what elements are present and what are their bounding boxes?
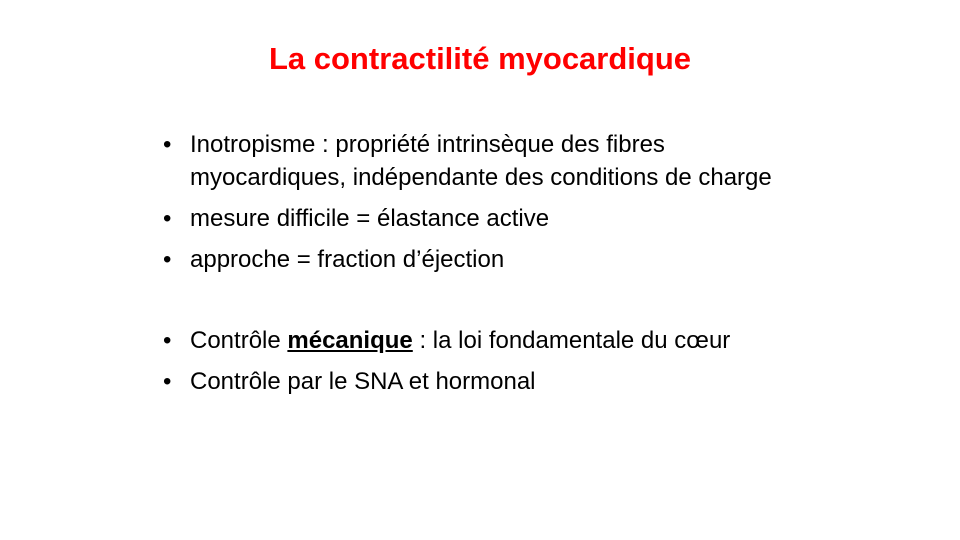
slide: La contractilité myocardique • Inotropis… [0, 0, 960, 540]
bullet-item: • Contrôle par le SNA et hormonal [160, 365, 800, 398]
bullet-text: Contrôle par le SNA et hormonal [190, 368, 536, 395]
bullet-text: mesure difficile = élastance active [190, 205, 550, 232]
bullet-mark: • [163, 368, 172, 395]
bullet-item: • Contrôle mécanique : la loi fondamenta… [160, 324, 800, 357]
bullet-mark: • [163, 205, 172, 232]
emphasis-mecanique: mécanique [287, 327, 413, 354]
bullet-item: • approche = fraction d’éjection [160, 243, 800, 276]
bullet-text-suffix: : la loi fondamentale du cœur [412, 327, 731, 354]
bullet-item: • Inotropisme : propriété intrinsèque de… [160, 128, 800, 194]
bullet-item: • mesure difficile = élastance active [160, 202, 800, 235]
bullet-text: Inotropisme : propriété intrinsèque des … [190, 131, 772, 191]
bullet-text: approche = fraction d’éjection [190, 246, 505, 273]
bullet-list: • Inotropisme : propriété intrinsèque de… [160, 128, 800, 406]
slide-title: La contractilité myocardique [268, 41, 692, 76]
bullet-mark: • [163, 246, 172, 273]
bullet-mark: • [163, 327, 172, 354]
bullet-mark: • [163, 131, 172, 158]
bullet-text-prefix: Contrôle [190, 327, 288, 354]
